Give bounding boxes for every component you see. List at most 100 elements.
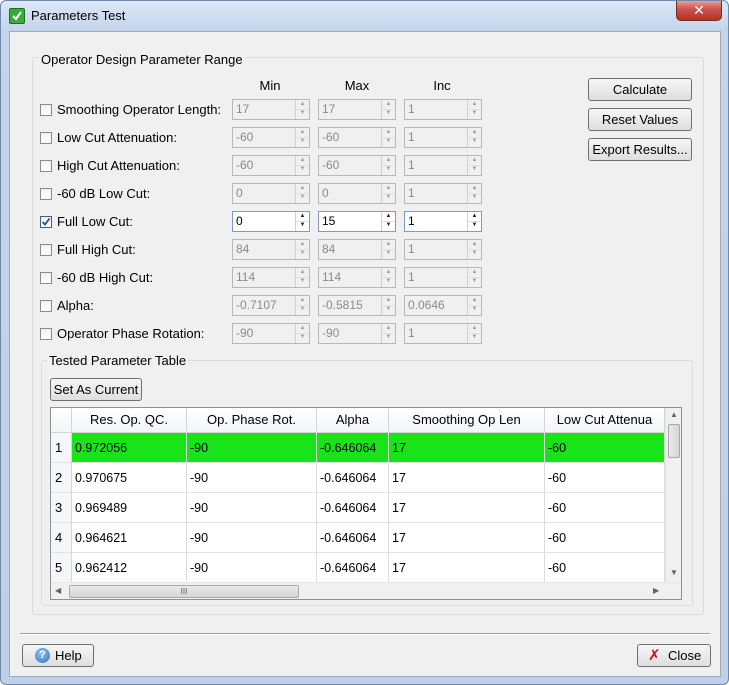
param-max-spinbox[interactable]: -60 ▲ ▼ bbox=[318, 155, 396, 176]
spin-arrows[interactable]: ▲ ▼ bbox=[467, 128, 481, 147]
spin-down-icon[interactable]: ▼ bbox=[468, 277, 481, 286]
calculate-button[interactable]: Calculate bbox=[588, 78, 692, 101]
column-header[interactable]: Alpha bbox=[317, 408, 389, 433]
param-max-spinbox[interactable]: 15 ▲ ▼ bbox=[318, 211, 396, 232]
spin-down-icon[interactable]: ▼ bbox=[468, 333, 481, 342]
param-min-spinbox[interactable]: -60 ▲ ▼ bbox=[232, 155, 310, 176]
spin-arrows[interactable]: ▲ ▼ bbox=[381, 128, 395, 147]
param-min-spinbox[interactable]: 0 ▲ ▼ bbox=[232, 211, 310, 232]
spin-down-icon[interactable]: ▼ bbox=[468, 193, 481, 202]
spin-arrows[interactable]: ▲ ▼ bbox=[381, 100, 395, 119]
spin-arrows[interactable]: ▲ ▼ bbox=[381, 212, 395, 231]
spin-arrows[interactable]: ▲ ▼ bbox=[295, 184, 309, 203]
param-min-spinbox[interactable]: 0 ▲ ▼ bbox=[232, 183, 310, 204]
spin-arrows[interactable]: ▲ ▼ bbox=[295, 268, 309, 287]
table-cell[interactable]: -0.646064 bbox=[317, 493, 389, 523]
spin-down-icon[interactable]: ▼ bbox=[382, 277, 395, 286]
close-button[interactable]: ✗ Close bbox=[637, 644, 711, 667]
param-checkbox[interactable] bbox=[40, 104, 52, 116]
spin-arrows[interactable]: ▲ ▼ bbox=[467, 268, 481, 287]
spin-arrows[interactable]: ▲ ▼ bbox=[381, 324, 395, 343]
param-inc-spinbox[interactable]: 1 ▲ ▼ bbox=[404, 183, 482, 204]
table-cell[interactable]: -90 bbox=[187, 523, 317, 553]
param-checkbox[interactable] bbox=[40, 328, 52, 340]
table-cell[interactable]: -90 bbox=[187, 493, 317, 523]
spin-down-icon[interactable]: ▼ bbox=[296, 193, 309, 202]
param-max-spinbox[interactable]: 17 ▲ ▼ bbox=[318, 99, 396, 120]
spin-down-icon[interactable]: ▼ bbox=[382, 333, 395, 342]
param-max-spinbox[interactable]: 114 ▲ ▼ bbox=[318, 267, 396, 288]
spin-down-icon[interactable]: ▼ bbox=[382, 249, 395, 258]
vertical-scroll-thumb[interactable] bbox=[668, 424, 680, 458]
table-cell[interactable]: 0.964621 bbox=[72, 523, 187, 553]
param-min-spinbox[interactable]: 17 ▲ ▼ bbox=[232, 99, 310, 120]
spin-down-icon[interactable]: ▼ bbox=[296, 249, 309, 258]
table-cell[interactable]: -60 bbox=[545, 523, 665, 553]
spin-arrows[interactable]: ▲ ▼ bbox=[467, 296, 481, 315]
spin-down-icon[interactable]: ▼ bbox=[382, 165, 395, 174]
param-checkbox[interactable] bbox=[40, 244, 52, 256]
table-cell[interactable]: 17 bbox=[389, 523, 545, 553]
spin-down-icon[interactable]: ▼ bbox=[382, 221, 395, 230]
spin-arrows[interactable]: ▲ ▼ bbox=[295, 212, 309, 231]
spin-down-icon[interactable]: ▼ bbox=[296, 305, 309, 314]
spin-arrows[interactable]: ▲ ▼ bbox=[295, 156, 309, 175]
spin-down-icon[interactable]: ▼ bbox=[382, 305, 395, 314]
scroll-up-icon[interactable]: ▲ bbox=[670, 410, 678, 419]
spin-arrows[interactable]: ▲ ▼ bbox=[467, 100, 481, 119]
param-max-spinbox[interactable]: -60 ▲ ▼ bbox=[318, 127, 396, 148]
spin-arrows[interactable]: ▲ ▼ bbox=[381, 240, 395, 259]
param-inc-spinbox[interactable]: 1 ▲ ▼ bbox=[404, 155, 482, 176]
spin-arrows[interactable]: ▲ ▼ bbox=[295, 128, 309, 147]
spin-arrows[interactable]: ▲ ▼ bbox=[467, 240, 481, 259]
horizontal-scroll-thumb[interactable]: III bbox=[69, 585, 299, 598]
spin-down-icon[interactable]: ▼ bbox=[296, 277, 309, 286]
table-cell[interactable]: -90 bbox=[187, 463, 317, 493]
table-cell[interactable]: -90 bbox=[187, 433, 317, 463]
column-header[interactable]: Op. Phase Rot. bbox=[187, 408, 317, 433]
horizontal-scrollbar[interactable]: ◀ III ▶ bbox=[51, 582, 681, 599]
param-min-spinbox[interactable]: -60 ▲ ▼ bbox=[232, 127, 310, 148]
spin-down-icon[interactable]: ▼ bbox=[296, 165, 309, 174]
table-cell[interactable]: 0.972056 bbox=[72, 433, 187, 463]
row-number[interactable]: 4 bbox=[51, 523, 72, 553]
spin-down-icon[interactable]: ▼ bbox=[468, 249, 481, 258]
table-cell[interactable]: 0.962412 bbox=[72, 553, 187, 583]
scroll-right-icon[interactable]: ▶ bbox=[653, 586, 659, 595]
param-checkbox[interactable] bbox=[40, 160, 52, 172]
param-inc-spinbox[interactable]: 1 ▲ ▼ bbox=[404, 267, 482, 288]
scroll-left-icon[interactable]: ◀ bbox=[55, 586, 61, 595]
vertical-scrollbar[interactable]: ▲ ▼ bbox=[665, 408, 681, 582]
table-cell[interactable]: 17 bbox=[389, 433, 545, 463]
spin-arrows[interactable]: ▲ ▼ bbox=[295, 296, 309, 315]
spin-arrows[interactable]: ▲ ▼ bbox=[381, 156, 395, 175]
row-number[interactable]: 2 bbox=[51, 463, 72, 493]
spin-down-icon[interactable]: ▼ bbox=[468, 109, 481, 118]
row-number[interactable]: 1 bbox=[51, 433, 72, 463]
window-close-button[interactable]: ✕ bbox=[676, 1, 722, 21]
param-min-spinbox[interactable]: -0.7107 ▲ ▼ bbox=[232, 295, 310, 316]
spin-arrows[interactable]: ▲ ▼ bbox=[295, 100, 309, 119]
spin-down-icon[interactable]: ▼ bbox=[382, 137, 395, 146]
table-cell[interactable]: -0.646064 bbox=[317, 433, 389, 463]
table-cell[interactable]: 17 bbox=[389, 493, 545, 523]
param-inc-spinbox[interactable]: 1 ▲ ▼ bbox=[404, 127, 482, 148]
param-checkbox[interactable] bbox=[40, 300, 52, 312]
param-inc-spinbox[interactable]: 1 ▲ ▼ bbox=[404, 323, 482, 344]
param-max-spinbox[interactable]: 0 ▲ ▼ bbox=[318, 183, 396, 204]
table-cell[interactable]: -0.646064 bbox=[317, 553, 389, 583]
spin-down-icon[interactable]: ▼ bbox=[468, 305, 481, 314]
column-header[interactable]: Smoothing Op Len bbox=[389, 408, 545, 433]
table-cell[interactable]: -60 bbox=[545, 463, 665, 493]
param-max-spinbox[interactable]: -0.5815 ▲ ▼ bbox=[318, 295, 396, 316]
table-cell[interactable]: -90 bbox=[187, 553, 317, 583]
column-header[interactable]: Low Cut Attenua bbox=[545, 408, 665, 433]
spin-arrows[interactable]: ▲ ▼ bbox=[467, 212, 481, 231]
param-max-spinbox[interactable]: 84 ▲ ▼ bbox=[318, 239, 396, 260]
spin-arrows[interactable]: ▲ ▼ bbox=[467, 156, 481, 175]
spin-arrows[interactable]: ▲ ▼ bbox=[381, 184, 395, 203]
param-checkbox[interactable] bbox=[40, 272, 52, 284]
scroll-down-icon[interactable]: ▼ bbox=[670, 568, 678, 577]
param-inc-spinbox[interactable]: 1 ▲ ▼ bbox=[404, 99, 482, 120]
param-checkbox[interactable] bbox=[40, 188, 52, 200]
